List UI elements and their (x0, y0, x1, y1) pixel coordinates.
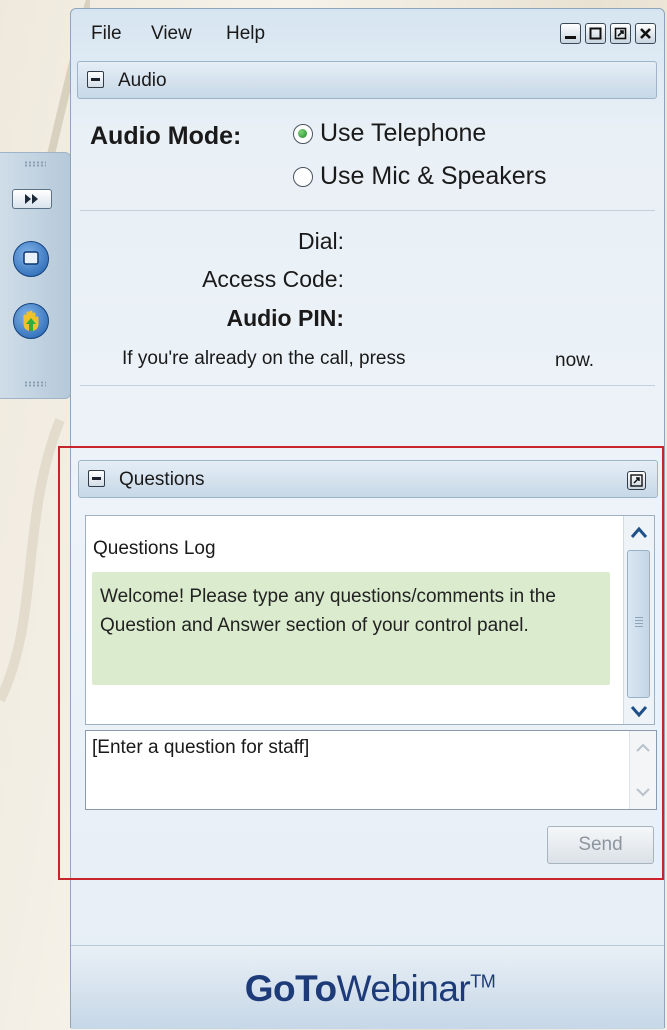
show-screen-button[interactable] (13, 241, 49, 277)
divider (80, 385, 655, 386)
minimize-button[interactable] (560, 23, 581, 44)
use-telephone-radio[interactable] (293, 124, 313, 144)
screen-icon (23, 251, 39, 265)
menu-view[interactable]: View (151, 23, 192, 45)
fast-forward-icon (25, 194, 38, 204)
collapse-questions-button[interactable] (88, 470, 105, 487)
questions-panel-title: Questions (119, 469, 205, 490)
menu-file[interactable]: File (91, 23, 122, 45)
call-note-suffix: now. (555, 350, 595, 371)
window-controls (560, 23, 656, 44)
scroll-up-icon[interactable] (629, 524, 649, 542)
audio-mode-label: Audio Mode: (90, 122, 242, 150)
grip-handle-top[interactable] (24, 161, 46, 167)
question-input-scrollbar[interactable] (629, 731, 656, 809)
divider (80, 210, 655, 211)
expand-button[interactable] (12, 189, 52, 209)
scroll-down-icon[interactable] (629, 702, 649, 720)
access-code-label: Access Code: (202, 266, 344, 292)
gotowebinar-logo: GoToWebinarTM (244, 968, 496, 1009)
maximize-icon (589, 27, 602, 40)
close-icon (640, 28, 651, 39)
question-input[interactable]: [Enter a question for staff] (85, 730, 657, 810)
call-note-text: If you're already on the call, press (122, 348, 406, 369)
scroll-up-icon[interactable] (634, 741, 652, 755)
raise-hand-button[interactable] (13, 303, 49, 339)
grip-handle-bottom[interactable] (24, 381, 46, 387)
raise-hand-icon (23, 310, 39, 331)
audio-panel-title: Audio (118, 70, 167, 91)
question-input-placeholder: [Enter a question for staff] (92, 737, 310, 758)
questions-log-title: Questions Log (93, 538, 216, 559)
menu-bar: File View Help (71, 9, 664, 55)
use-mic-speakers-label[interactable]: Use Mic & Speakers (320, 162, 546, 191)
close-button[interactable] (635, 23, 656, 44)
popout-icon (630, 474, 643, 487)
audio-panel-header: Audio (77, 61, 657, 99)
collapse-audio-button[interactable] (87, 71, 104, 88)
welcome-message: Welcome! Please type any questions/comme… (92, 572, 610, 685)
popout-button[interactable] (610, 23, 631, 44)
use-telephone-label[interactable]: Use Telephone (320, 119, 486, 148)
menu-help[interactable]: Help (226, 23, 265, 45)
audio-pin-label: Audio PIN: (226, 305, 344, 331)
scroll-down-icon[interactable] (634, 785, 652, 799)
questions-panel-header: Questions (78, 460, 658, 498)
minimize-icon (565, 36, 576, 39)
use-mic-speakers-radio[interactable] (293, 167, 313, 187)
send-button[interactable]: Send (547, 826, 654, 864)
questions-log-scrollbar[interactable] (623, 516, 654, 724)
dial-label: Dial: (297, 228, 344, 254)
scroll-thumb[interactable] (627, 550, 650, 698)
questions-log: Questions Log Welcome! Please type any q… (85, 515, 655, 725)
side-toolbar (0, 152, 71, 399)
popout-icon (614, 27, 627, 40)
questions-popout-button[interactable] (627, 471, 646, 490)
maximize-button[interactable] (585, 23, 606, 44)
